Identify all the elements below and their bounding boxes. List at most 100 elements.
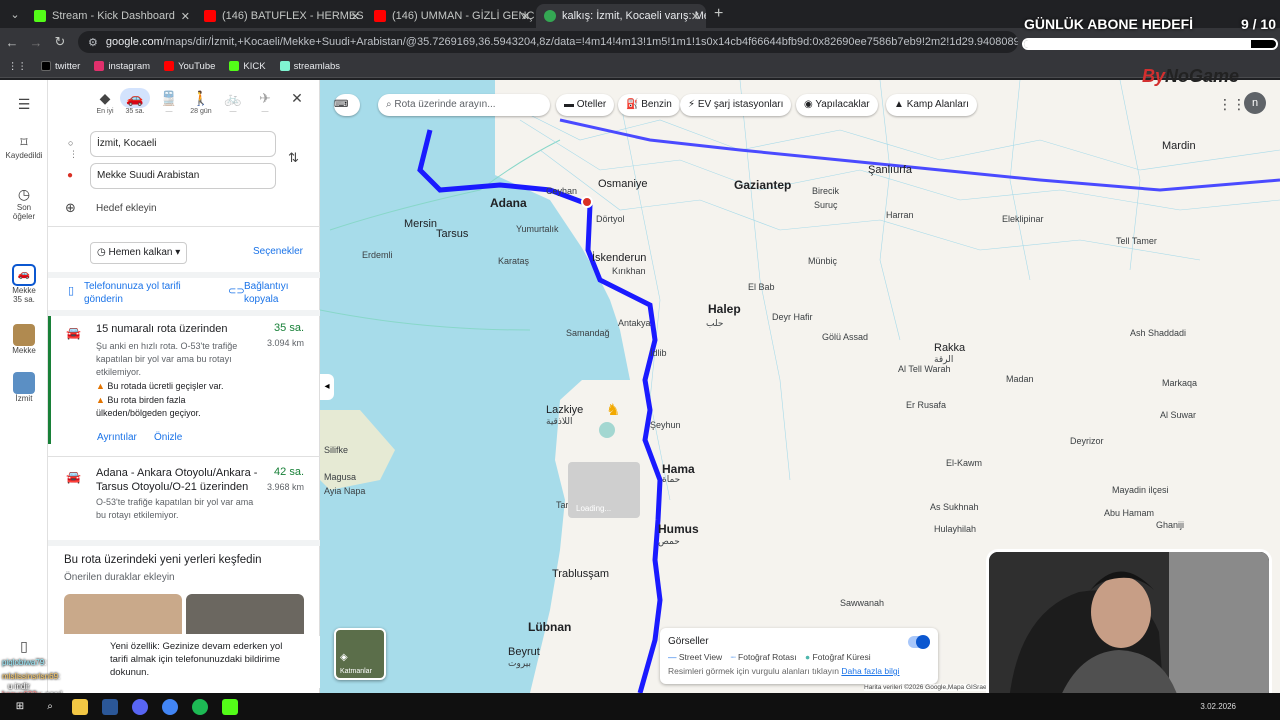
apps-grid-icon[interactable]: ⋮⋮: [1218, 96, 1246, 113]
route-option-2[interactable]: 🚘 Adana - Ankara Otoyolu/Ankara - Tarsus…: [48, 466, 320, 536]
add-icon[interactable]: ⊕: [65, 200, 76, 216]
map-place-label[interactable]: Silifke: [324, 445, 348, 455]
map-place-label[interactable]: Mayadin ilçesi: [1112, 485, 1169, 495]
destination-input[interactable]: Mekke Suudi Arabistan: [90, 163, 276, 189]
map-place-label[interactable]: Birecik: [812, 186, 839, 196]
map-place-label[interactable]: Erdemli: [362, 250, 393, 260]
recents-button[interactable]: ◷ Son öğeler: [0, 186, 48, 221]
chip-gas[interactable]: ⛽ Benzin: [618, 94, 680, 116]
close-tab-icon[interactable]: ✕: [351, 10, 360, 23]
mode-walking[interactable]: 🚶 28 gün: [186, 88, 216, 115]
streetview-toggle[interactable]: [908, 635, 930, 649]
mode-transit[interactable]: 🚆 —: [154, 88, 184, 115]
map-place-label[interactable]: Magusa: [324, 472, 356, 482]
map-place-label[interactable]: As Sukhnah: [930, 502, 979, 512]
map-place-label[interactable]: Mersin: [404, 218, 437, 230]
map-place-label[interactable]: حماة: [662, 474, 680, 485]
map-place-label[interactable]: Tell Tamer: [1116, 236, 1157, 246]
swap-icon[interactable]: ⇅: [288, 150, 299, 166]
preview-link[interactable]: Önizle: [154, 432, 182, 443]
chip-hotels[interactable]: ▬ Oteller: [556, 94, 615, 116]
bookmark-kick[interactable]: KICK: [229, 61, 266, 72]
tab-youtube-batuflex[interactable]: (146) BATUFLEX - HERMES 2.0 .. ✕: [196, 4, 366, 28]
map-place-label[interactable]: Adana: [490, 196, 527, 210]
map-place-label[interactable]: Münbiç: [808, 256, 837, 266]
map-place-label[interactable]: Halep: [708, 302, 741, 316]
route-option-1[interactable]: 🚘 15 numaralı rota üzerinden 35 sa. 3.09…: [48, 316, 320, 450]
options-link[interactable]: Seçenekler: [253, 246, 303, 257]
menu-icon[interactable]: ☰: [0, 96, 48, 113]
map-place-label[interactable]: Antakya: [618, 318, 651, 328]
collapse-panel-button[interactable]: ◂: [320, 374, 334, 400]
discord-icon[interactable]: [132, 698, 148, 715]
map-place-label[interactable]: Şeyhun: [650, 420, 681, 430]
map-place-label[interactable]: Madan: [1006, 374, 1034, 384]
tab-search-icon[interactable]: ⌄: [4, 8, 26, 21]
map-place-label[interactable]: Al Tell Warah: [898, 364, 951, 374]
map-place-label[interactable]: حمص: [658, 536, 680, 547]
spotify-icon[interactable]: [192, 698, 208, 715]
map-place-label[interactable]: Osmaniye: [598, 178, 648, 190]
send-to-phone-link[interactable]: Telefonunuza yol tarifi gönderin: [84, 280, 204, 306]
recent-mekke-drive[interactable]: 🚗 Mekke 35 sa.: [0, 264, 48, 304]
map-place-label[interactable]: Lübnan: [528, 620, 571, 634]
bookmark-streamlabs[interactable]: streamlabs: [279, 61, 340, 72]
bookmark-youtube[interactable]: YouTube: [164, 61, 215, 72]
windows-start-icon[interactable]: ⊞: [12, 699, 28, 715]
close-tab-icon[interactable]: ✕: [691, 10, 700, 23]
mode-driving[interactable]: 🚗 35 sa.: [120, 88, 150, 115]
map-place-label[interactable]: Eleklipinar: [1002, 214, 1044, 224]
place-photo[interactable]: [64, 594, 182, 634]
site-info-icon[interactable]: ⚙: [88, 36, 98, 49]
map-place-label[interactable]: Kırıkhan: [612, 266, 646, 276]
map-place-label[interactable]: Harran: [886, 210, 914, 220]
map-place-label[interactable]: Rakka: [934, 342, 965, 354]
map-place-label[interactable]: Humus: [658, 522, 699, 536]
map-place-label[interactable]: Ceyhan: [546, 186, 577, 196]
map-place-label[interactable]: اللاذقية: [546, 416, 572, 427]
details-link[interactable]: Ayrıntılar: [97, 432, 137, 443]
map-place-label[interactable]: بيروت: [508, 658, 531, 669]
map-place-label[interactable]: Lazkiye: [546, 404, 583, 416]
map-place-label[interactable]: Beyrut: [508, 646, 540, 658]
mode-flight[interactable]: ✈ —: [250, 88, 280, 115]
close-tab-icon[interactable]: ✕: [521, 10, 530, 23]
mode-best[interactable]: ◆ En iyi: [90, 88, 120, 115]
map-place-label[interactable]: Abu Hamam: [1104, 508, 1154, 518]
recent-izmit[interactable]: İzmit: [0, 372, 48, 403]
origin-input[interactable]: İzmit, Kocaeli: [90, 131, 276, 157]
map-place-label[interactable]: Samandağ: [566, 328, 610, 338]
map-place-label[interactable]: Mardin: [1162, 140, 1196, 152]
map-place-label[interactable]: El-Kawm: [946, 458, 982, 468]
map-place-label[interactable]: İdlib: [650, 348, 667, 358]
pegman-icon[interactable]: ♞: [606, 400, 620, 420]
map-place-label[interactable]: Hulayhilah: [934, 524, 976, 534]
close-icon[interactable]: ✕: [282, 88, 312, 108]
close-tab-icon[interactable]: ✕: [181, 10, 190, 23]
saved-button[interactable]: ⌑ Kaydedildi: [0, 134, 48, 160]
map-place-label[interactable]: Tar: [556, 500, 569, 510]
apps-grid-icon[interactable]: ⋮⋮: [8, 61, 27, 72]
photo-sphere-marker[interactable]: [599, 422, 615, 438]
map-place-label[interactable]: Al Suwar: [1160, 410, 1196, 420]
forward-arrow-icon[interactable]: →: [24, 35, 48, 50]
account-avatar[interactable]: n: [1244, 92, 1266, 114]
streetview-preview[interactable]: Loading...: [568, 462, 640, 518]
search-icon[interactable]: ⌕: [42, 699, 58, 715]
mode-cycling[interactable]: 🚲 —: [218, 88, 248, 115]
chip-ev-charging[interactable]: ⚡ EV şarj istasyonları: [680, 94, 792, 116]
recent-mekke[interactable]: Mekke: [0, 324, 48, 355]
map-place-label[interactable]: Gölü Assad: [822, 332, 868, 342]
map-place-label[interactable]: حلب: [706, 318, 723, 329]
map-place-label[interactable]: Deyr Hafir: [772, 312, 813, 322]
map-place-label[interactable]: El Bab: [748, 282, 775, 292]
map-place-label[interactable]: Er Rusafa: [906, 400, 946, 410]
bookmark-instagram[interactable]: instagram: [94, 61, 150, 72]
back-arrow-icon[interactable]: ←: [0, 35, 24, 50]
address-bar[interactable]: ⚙ google.com/maps/dir/İzmit,+Kocaeli/Mek…: [78, 31, 1018, 53]
map-place-label[interactable]: Yumurtalık: [516, 224, 559, 234]
app-icon[interactable]: [102, 698, 118, 715]
map-place-label[interactable]: Markaqa: [1162, 378, 1197, 388]
map-place-label[interactable]: Dörtyol: [596, 214, 625, 224]
bookmark-twitter[interactable]: twitter: [41, 61, 80, 72]
